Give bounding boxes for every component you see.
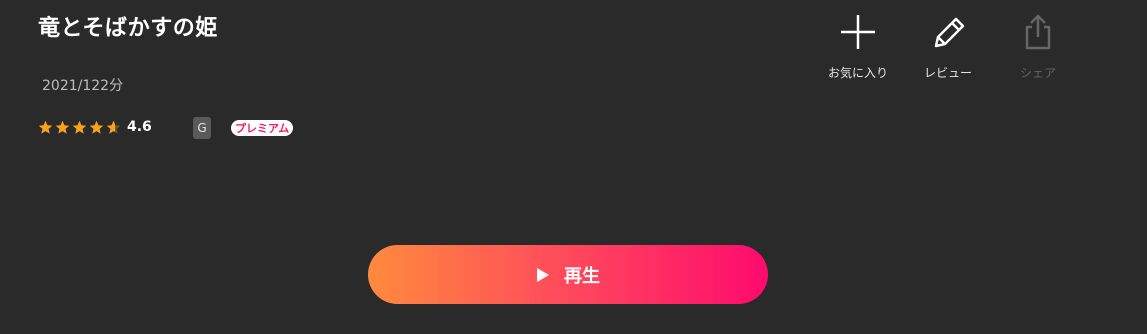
- play-icon: [537, 267, 549, 282]
- play-label: 再生: [564, 265, 600, 286]
- action-bar: お気に入り レビュー シェア: [818, 12, 1088, 81]
- star-icon: [38, 120, 53, 134]
- review-label: レビュー: [923, 66, 972, 80]
- title-detail-page: 竜とそばかすの姫 2021/122分 4.6 G プレミアム お気に入り レビュ…: [0, 0, 1147, 334]
- page-title: 竜とそばかすの姫: [38, 16, 218, 41]
- share-icon: [1025, 14, 1051, 50]
- star-icon: [106, 120, 121, 134]
- favorite-button[interactable]: お気に入り: [818, 12, 898, 81]
- share-label: シェア: [1019, 66, 1056, 80]
- plus-icon: [841, 15, 875, 49]
- share-button[interactable]: シェア: [998, 12, 1078, 81]
- star-icon: [72, 120, 87, 134]
- release-year-duration: 2021/122分: [42, 78, 124, 94]
- rating-stars: [38, 120, 121, 135]
- age-rating-badge: G: [193, 117, 211, 139]
- play-button[interactable]: 再生: [368, 245, 768, 304]
- rating: 4.6: [38, 117, 152, 137]
- star-icon: [89, 120, 104, 134]
- premium-badge: プレミアム: [231, 120, 294, 136]
- review-button[interactable]: レビュー: [908, 12, 988, 81]
- star-icon: [55, 120, 70, 134]
- pencil-icon: [934, 17, 965, 48]
- rating-value: 4.6: [127, 119, 152, 135]
- favorite-label: お気に入り: [827, 66, 888, 80]
